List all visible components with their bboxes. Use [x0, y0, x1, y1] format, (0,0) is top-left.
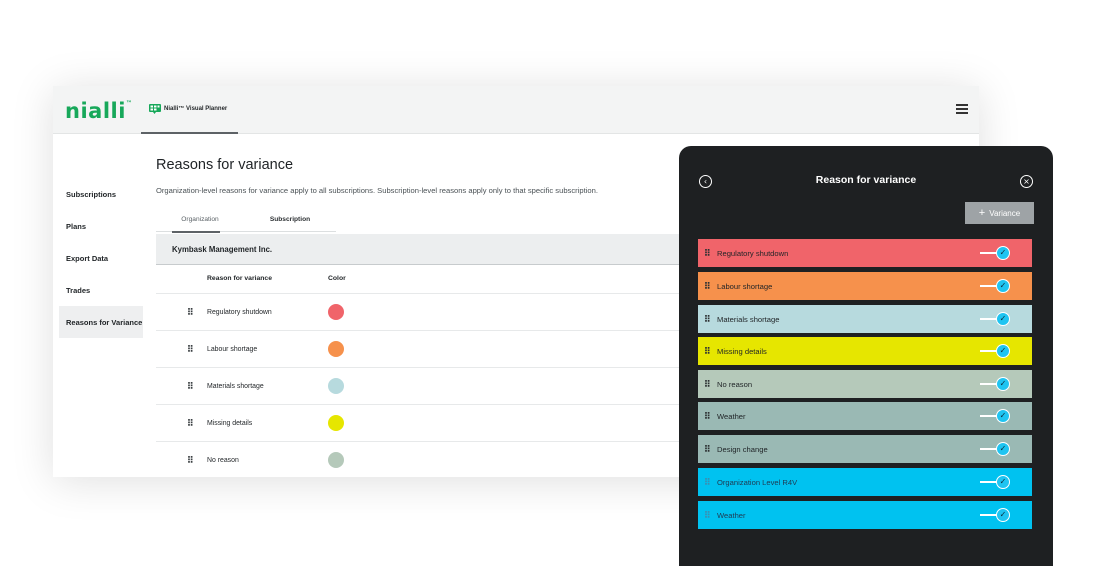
organization-header: Kymbask Management Inc. [156, 234, 716, 265]
panel-list-item[interactable]: ⠿ Regulatory shutdown ✓ [698, 239, 1032, 267]
reason-name: No reason [207, 456, 239, 464]
drag-handle-icon[interactable]: ⠿ [704, 411, 711, 421]
sidebar-item-plans[interactable]: Plans [59, 210, 143, 242]
drag-handle-icon[interactable]: ⠿ [187, 307, 194, 317]
table-row: ⠿ Labour shortage [156, 330, 716, 367]
sidebar-item-export-data[interactable]: Export Data [59, 242, 143, 274]
top-bar: nialli™ Nialli™ Visual Planner [53, 86, 979, 134]
enable-toggle[interactable]: ✓ [980, 312, 1012, 326]
plus-icon: + [978, 207, 986, 219]
enable-toggle[interactable]: ✓ [980, 279, 1012, 293]
drag-handle-icon[interactable]: ⠿ [704, 346, 711, 356]
drag-handle-icon[interactable]: ⠿ [187, 344, 194, 354]
drag-handle-icon[interactable]: ⠿ [704, 314, 711, 324]
drag-handle-icon[interactable]: ⠿ [187, 418, 194, 428]
reason-name: Labour shortage [207, 345, 258, 353]
panel-list-item[interactable]: ⠿ No reason ✓ [698, 370, 1032, 398]
table-row: ⠿ No reason [156, 441, 716, 477]
enable-toggle[interactable]: ✓ [980, 377, 1012, 391]
product-tab-label: Nialli™ Visual Planner [164, 106, 228, 112]
page-description: Organization-level reasons for variance … [156, 186, 598, 195]
color-swatch[interactable] [328, 341, 344, 357]
close-icon[interactable]: × [1020, 175, 1033, 188]
column-header-reason: Reason for variance [207, 275, 272, 282]
drag-handle-icon[interactable]: ⠿ [704, 444, 711, 454]
page-title: Reasons for variance [156, 157, 294, 173]
sidebar: Subscriptions Plans Export Data Trades R… [53, 134, 145, 477]
scope-tabs: Organization Subscription [156, 206, 336, 233]
color-swatch[interactable] [328, 304, 344, 320]
check-icon: ✓ [996, 475, 1010, 489]
sidebar-item-trades[interactable]: Trades [59, 274, 143, 306]
panel-list-item[interactable]: ⠿ Missing details ✓ [698, 337, 1032, 365]
enable-toggle[interactable]: ✓ [980, 508, 1012, 522]
reason-for-variance-panel: ‹ Reason for variance × + Variance ⠿ Reg… [679, 146, 1053, 566]
column-header-color: Color [328, 275, 346, 282]
check-icon: ✓ [996, 442, 1010, 456]
nialli-logo[interactable]: nialli™ [65, 101, 132, 122]
drag-handle-icon[interactable]: ⠿ [187, 381, 194, 391]
panel-title: Reason for variance [815, 174, 917, 186]
enable-toggle[interactable]: ✓ [980, 442, 1012, 456]
table-row: ⠿ Materials shortage [156, 367, 716, 404]
panel-item-label: Weather [717, 411, 746, 421]
check-icon: ✓ [996, 279, 1010, 293]
table-row: ⠿ Missing details [156, 404, 716, 441]
enable-toggle[interactable]: ✓ [980, 475, 1012, 489]
enable-toggle[interactable]: ✓ [980, 409, 1012, 423]
check-icon: ✓ [996, 312, 1010, 326]
reason-name: Materials shortage [207, 382, 264, 390]
drag-handle-icon[interactable]: ⠿ [704, 510, 711, 520]
check-icon: ✓ [996, 246, 1010, 260]
color-swatch[interactable] [328, 452, 344, 468]
add-variance-label: Variance [989, 208, 1021, 218]
panel-list-item[interactable]: ⠿ Materials shortage ✓ [698, 305, 1032, 333]
panel-list-item[interactable]: ⠿ Organization Level R4V ✓ [698, 468, 1032, 496]
panel-item-label: Missing details [717, 346, 767, 356]
panel-item-label: Weather [717, 510, 746, 520]
panel-list-item[interactable]: ⠿ Weather ✓ [698, 501, 1032, 529]
table-row: ⠿ Regulatory shutdown [156, 293, 716, 330]
check-icon: ✓ [996, 377, 1010, 391]
panel-item-label: Materials shortage [717, 314, 780, 324]
check-icon: ✓ [996, 508, 1010, 522]
reason-name: Missing details [207, 419, 253, 427]
panel-list-item[interactable]: ⠿ Design change ✓ [698, 435, 1032, 463]
sidebar-item-subscriptions[interactable]: Subscriptions [59, 178, 143, 210]
reason-name: Regulatory shutdown [207, 308, 272, 316]
drag-handle-icon[interactable]: ⠿ [704, 281, 711, 291]
color-swatch[interactable] [328, 415, 344, 431]
check-icon: ✓ [996, 409, 1010, 423]
tab-organization[interactable]: Organization [156, 206, 244, 233]
add-variance-button[interactable]: + Variance [965, 202, 1034, 224]
drag-handle-icon[interactable]: ⠿ [704, 379, 711, 389]
tab-subscription[interactable]: Subscription [244, 206, 336, 232]
drag-handle-icon[interactable]: ⠿ [704, 477, 711, 487]
hamburger-menu-icon[interactable] [956, 104, 968, 114]
check-icon: ✓ [996, 344, 1010, 358]
panel-item-label: Labour shortage [717, 281, 773, 291]
panel-item-label: No reason [717, 379, 753, 389]
panel-item-label: Organization Level R4V [717, 477, 798, 487]
enable-toggle[interactable]: ✓ [980, 246, 1012, 260]
panel-list-item[interactable]: ⠿ Labour shortage ✓ [698, 272, 1032, 300]
panel-list-item[interactable]: ⠿ Weather ✓ [698, 402, 1032, 430]
drag-handle-icon[interactable]: ⠿ [704, 248, 711, 258]
color-swatch[interactable] [328, 378, 344, 394]
panel-item-label: Regulatory shutdown [717, 248, 789, 258]
panel-item-label: Design change [717, 444, 768, 454]
sidebar-item-reasons-for-variance[interactable]: Reasons for Variance [59, 306, 143, 338]
visual-planner-tab[interactable]: Nialli™ Visual Planner [141, 86, 238, 134]
visual-planner-icon [149, 104, 161, 114]
drag-handle-icon[interactable]: ⠿ [187, 455, 194, 465]
enable-toggle[interactable]: ✓ [980, 344, 1012, 358]
